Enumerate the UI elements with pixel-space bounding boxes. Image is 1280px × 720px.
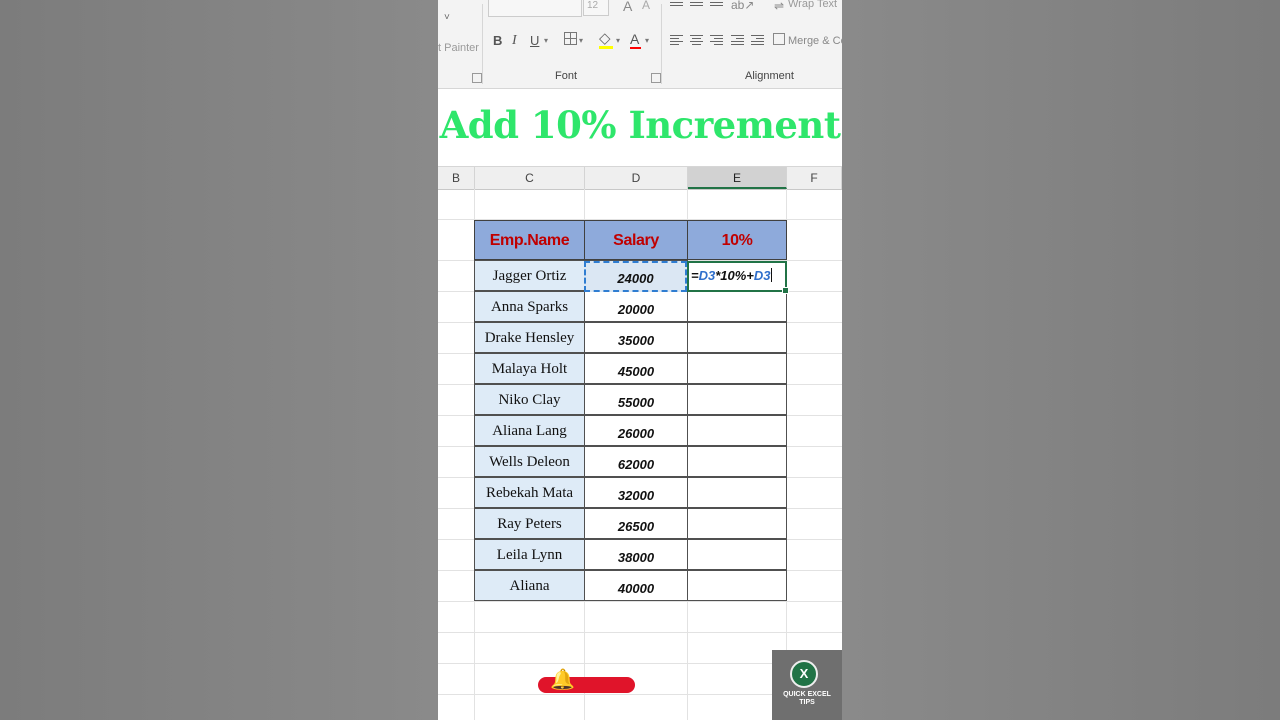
increment-cell[interactable] xyxy=(687,291,787,322)
borders-dropdown-icon[interactable]: ▾ xyxy=(579,36,583,45)
emp-name-cell[interactable]: Leila Lynn xyxy=(474,539,585,570)
emp-name-cell[interactable]: Rebekah Mata xyxy=(474,477,585,508)
referenced-cell-d3[interactable]: 24000 xyxy=(584,261,687,292)
formula-text: =D3*10%+D3 xyxy=(691,268,772,283)
column-header-b[interactable]: B xyxy=(438,167,475,189)
middle-align-icon[interactable] xyxy=(690,0,703,8)
font-size-box[interactable]: 12 xyxy=(583,0,609,16)
emp-name-cell[interactable]: Wells Deleon xyxy=(474,446,585,477)
shrink-font-button[interactable]: A xyxy=(642,0,650,12)
fill-color-icon[interactable]: ◇ xyxy=(599,29,611,47)
increment-cell[interactable] xyxy=(687,477,787,508)
emp-name-cell[interactable]: Aliana Lang xyxy=(474,415,585,446)
referenced-salary-value: 24000 xyxy=(617,271,654,286)
excel-logo-icon: X xyxy=(790,660,818,688)
ribbon: ˅ t Painter 12 A A B I U ▾ ▾ ◇ ▾ A ▾ Fon… xyxy=(438,0,842,89)
top-align-icon[interactable] xyxy=(670,0,683,8)
grow-font-button[interactable]: A xyxy=(623,0,632,14)
salary-cell[interactable]: 38000 xyxy=(584,539,688,570)
align-right-icon[interactable] xyxy=(710,33,723,47)
formula-operator: = xyxy=(691,268,699,283)
alignment-group-label: Alignment xyxy=(745,70,794,82)
header-salary[interactable]: Salary xyxy=(584,220,688,260)
bottom-align-icon[interactable] xyxy=(710,0,723,8)
divider xyxy=(482,4,483,84)
column-header-c[interactable]: C xyxy=(475,167,585,189)
salary-cell[interactable]: 26000 xyxy=(584,415,688,446)
increment-cell[interactable] xyxy=(687,353,787,384)
increment-cell[interactable] xyxy=(687,570,787,601)
font-group-label: Font xyxy=(555,70,578,82)
logo-line-1: QUICK EXCEL xyxy=(783,691,831,698)
column-header-e[interactable]: E xyxy=(688,167,787,189)
divider xyxy=(661,4,662,84)
video-frame: ˅ t Painter 12 A A B I U ▾ ▾ ◇ ▾ A ▾ Fon… xyxy=(438,0,842,720)
font-color-dropdown-icon[interactable]: ▾ xyxy=(645,36,649,45)
logo-text: QUICK EXCEL TIPS xyxy=(772,691,842,707)
salary-cell[interactable]: 26500 xyxy=(584,508,688,539)
formula-cell-reference: D3 xyxy=(698,268,716,283)
text-cursor xyxy=(770,268,772,282)
wrap-text-button[interactable]: Wrap Text xyxy=(788,0,837,10)
background-right xyxy=(842,0,1280,720)
bold-button[interactable]: B xyxy=(493,33,502,48)
borders-icon[interactable] xyxy=(564,32,577,45)
chevron-down-icon[interactable]: ˅ xyxy=(444,12,450,23)
channel-logo: X QUICK EXCEL TIPS xyxy=(772,650,842,720)
background-left xyxy=(0,0,438,720)
emp-name-cell[interactable]: Jagger Ortiz xyxy=(474,260,585,291)
fill-dropdown-icon[interactable]: ▾ xyxy=(616,36,620,45)
salary-cell[interactable]: 40000 xyxy=(584,570,688,601)
wrap-text-icon[interactable]: ⇌ xyxy=(774,0,784,13)
italic-button[interactable]: I xyxy=(512,33,517,49)
bell-icon[interactable]: 🔔 xyxy=(550,670,575,690)
formula-operator: *10%+ xyxy=(715,268,754,283)
clipboard-launcher-icon[interactable] xyxy=(472,73,482,83)
column-header-d[interactable]: D xyxy=(585,167,688,189)
emp-name-cell[interactable]: Malaya Holt xyxy=(474,353,585,384)
formula-cell-reference: D3 xyxy=(753,268,771,283)
emp-name-cell[interactable]: Niko Clay xyxy=(474,384,585,415)
increment-cell[interactable] xyxy=(687,508,787,539)
increase-indent-icon[interactable] xyxy=(751,33,764,47)
underline-button[interactable]: U xyxy=(530,33,539,48)
font-launcher-icon[interactable] xyxy=(651,73,661,83)
increment-cell[interactable] xyxy=(687,446,787,477)
fill-handle[interactable] xyxy=(782,287,789,294)
salary-cell[interactable]: 62000 xyxy=(584,446,688,477)
emp-name-cell[interactable]: Aliana xyxy=(474,570,585,601)
fill-color-swatch xyxy=(599,46,613,49)
salary-cell[interactable]: 35000 xyxy=(584,322,688,353)
increment-cell[interactable] xyxy=(687,384,787,415)
merge-center-button[interactable]: Merge & Cen xyxy=(788,35,842,47)
salary-cell[interactable]: 45000 xyxy=(584,353,688,384)
header-emp-name[interactable]: Emp.Name xyxy=(474,220,585,260)
header-increment[interactable]: 10% Increment xyxy=(687,220,787,289)
emp-name-cell[interactable]: Ray Peters xyxy=(474,508,585,539)
align-left-icon[interactable] xyxy=(670,33,683,47)
underline-dropdown-icon[interactable]: ▾ xyxy=(544,36,548,45)
column-header-bar: B C D E F xyxy=(438,166,842,190)
salary-cell[interactable]: 55000 xyxy=(584,384,688,415)
align-center-icon[interactable] xyxy=(690,33,703,47)
merge-icon[interactable] xyxy=(773,33,785,45)
increment-cell[interactable] xyxy=(687,539,787,570)
active-cell-e3[interactable]: =D3*10%+D3 xyxy=(687,261,789,294)
emp-name-cell[interactable]: Drake Hensley xyxy=(474,322,585,353)
orientation-icon[interactable]: ab↗ xyxy=(731,0,754,12)
salary-cell[interactable]: 32000 xyxy=(584,477,688,508)
increment-cell[interactable] xyxy=(687,415,787,446)
font-color-swatch xyxy=(630,47,641,49)
emp-name-cell[interactable]: Anna Sparks xyxy=(474,291,585,322)
increment-cell[interactable] xyxy=(687,322,787,353)
logo-line-2: TIPS xyxy=(799,699,815,706)
font-name-box[interactable] xyxy=(488,0,582,17)
video-title: Add 10% Increment xyxy=(439,103,841,147)
format-painter-button[interactable]: t Painter xyxy=(438,42,479,54)
decrease-indent-icon[interactable] xyxy=(731,33,744,47)
column-header-f[interactable]: F xyxy=(787,167,842,189)
font-color-button[interactable]: A xyxy=(630,31,639,47)
